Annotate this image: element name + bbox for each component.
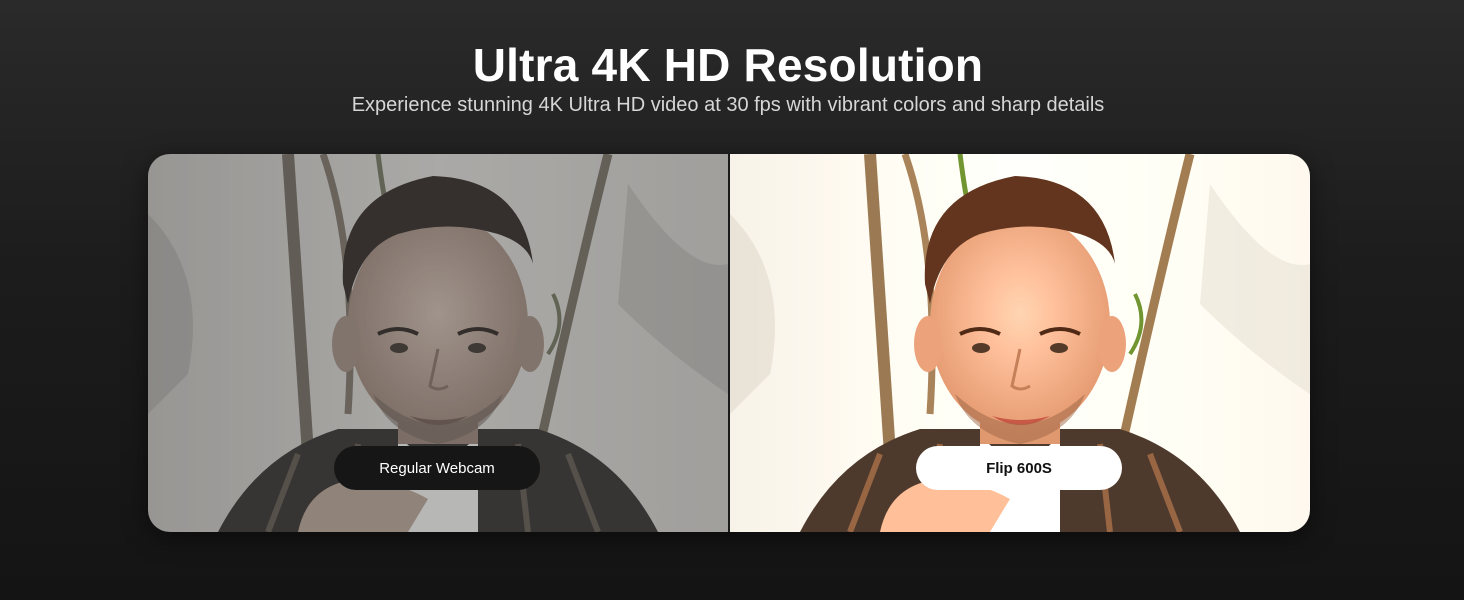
- flip-600s-panel: Flip 600S: [730, 154, 1310, 532]
- regular-webcam-panel: Regular Webcam: [148, 154, 728, 532]
- flip-600s-label: Flip 600S: [916, 446, 1122, 490]
- comparison-image: Regular Webcam Flip 600S: [148, 154, 1310, 532]
- regular-webcam-label: Regular Webcam: [334, 446, 540, 490]
- page-title: Ultra 4K HD Resolution: [472, 39, 984, 91]
- page-subtitle: Experience stunning 4K Ultra HD video at…: [351, 94, 1105, 116]
